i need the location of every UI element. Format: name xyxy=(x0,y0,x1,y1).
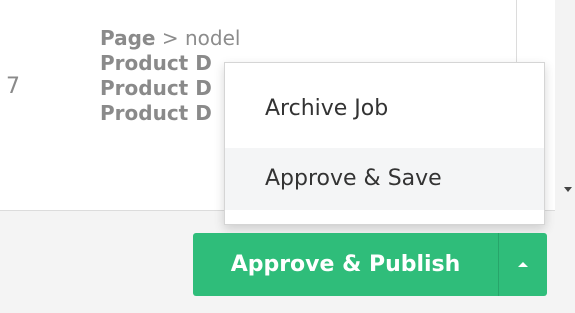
path-item: Product D xyxy=(100,51,240,76)
caret-up-icon xyxy=(518,262,528,267)
row-number: 7 xyxy=(6,74,20,99)
publish-split-button: Approve & Publish xyxy=(193,233,547,296)
scrollbar[interactable] xyxy=(555,0,575,210)
scroll-down-arrow-icon[interactable] xyxy=(564,187,572,192)
actions-dropdown-menu: Archive Job Approve & Save xyxy=(224,62,545,225)
approve-save-menu-item[interactable]: Approve & Save xyxy=(225,148,544,210)
path-item: Product D xyxy=(100,101,240,126)
path-item-strong: Page xyxy=(100,26,156,50)
path-item: Product D xyxy=(100,76,240,101)
approve-publish-button[interactable]: Approve & Publish xyxy=(193,233,498,296)
path-item-strong: Product D xyxy=(100,51,212,75)
app-stage: 7 Page > nodel Product D Product D Produ… xyxy=(0,0,575,313)
path-item-rest: > nodel xyxy=(155,26,241,50)
path-item-strong: Product D xyxy=(100,76,212,100)
archive-job-menu-item[interactable]: Archive Job xyxy=(225,78,544,140)
path-item-strong: Product D xyxy=(100,101,212,125)
path-list: Page > nodel Product D Product D Product… xyxy=(100,26,240,126)
path-item: Page > nodel xyxy=(100,26,240,51)
split-dropdown-toggle[interactable] xyxy=(498,233,547,296)
